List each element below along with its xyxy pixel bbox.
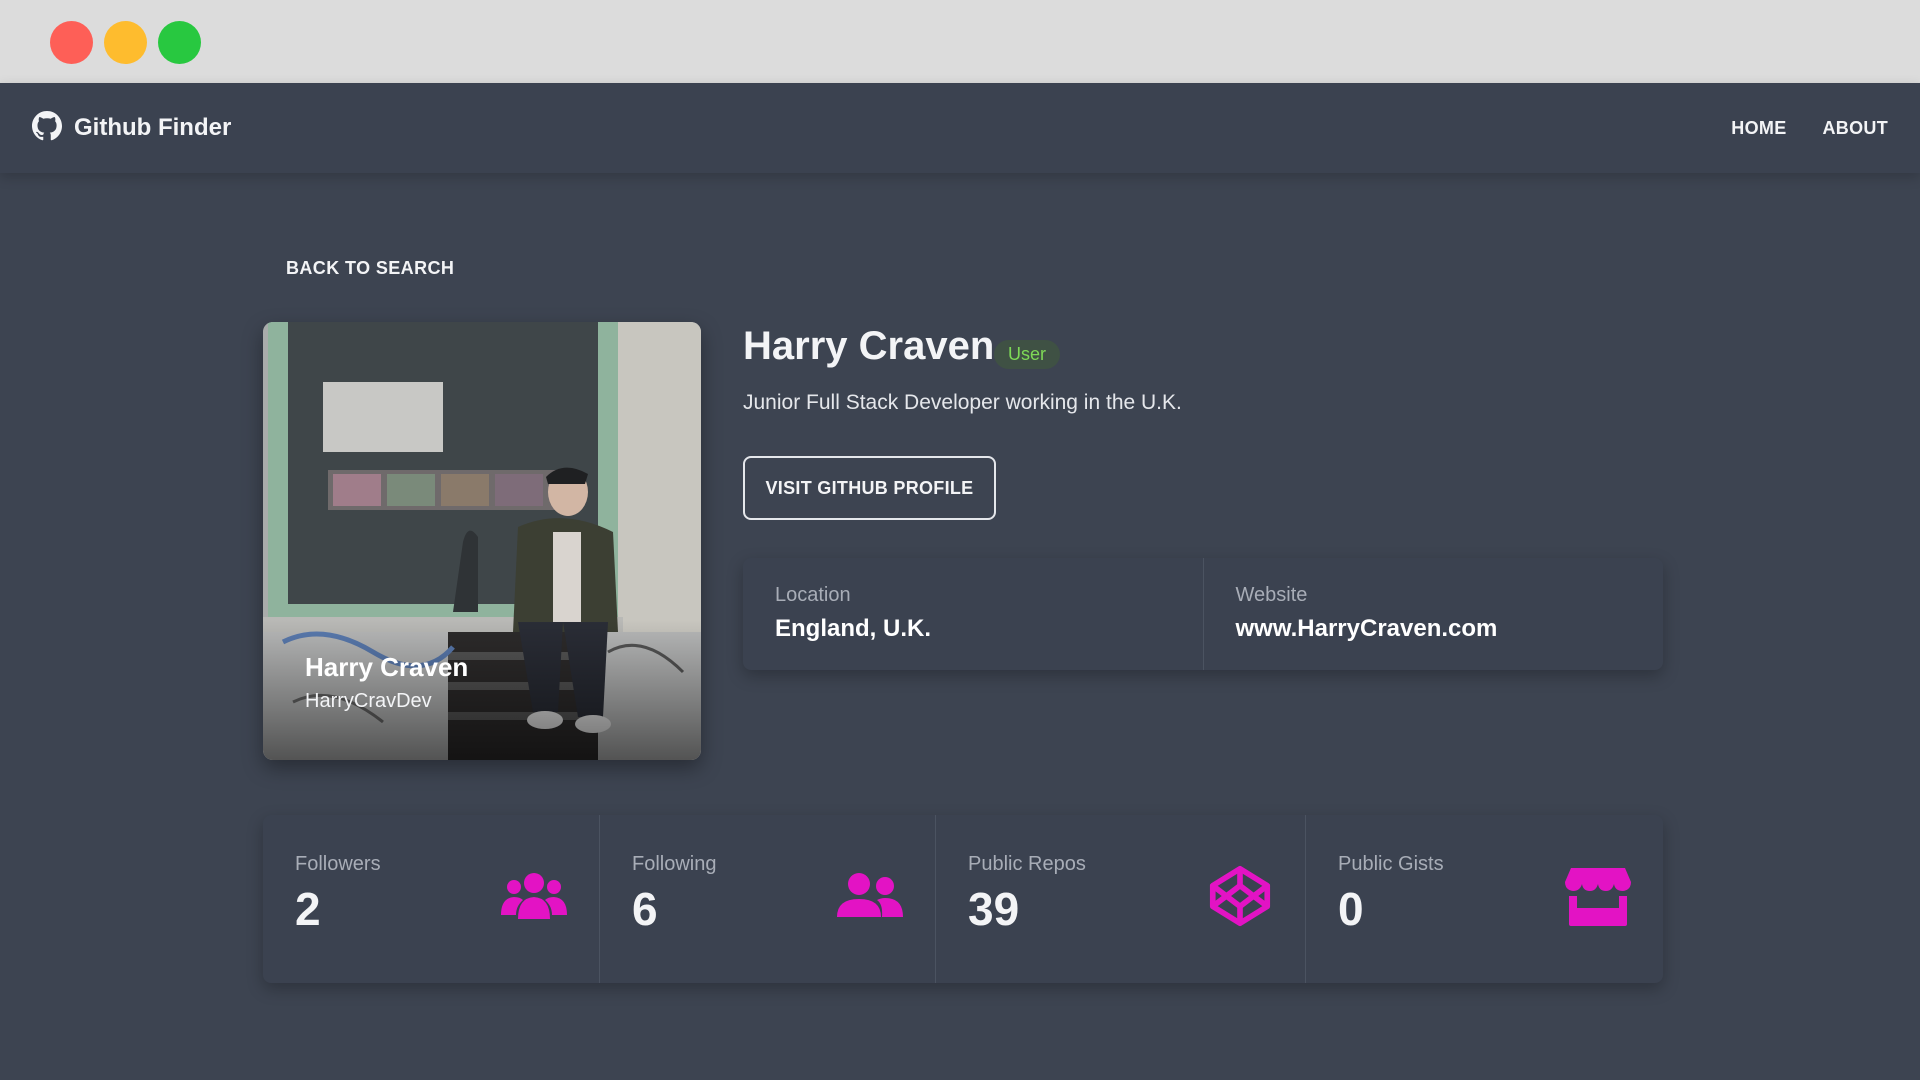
back-to-search-link[interactable]: BACK TO SEARCH [286,258,454,279]
location-item: Location England, U.K. [743,558,1203,670]
profile-name: Harry Craven [743,324,995,368]
store-icon [1565,868,1631,926]
avatar-card: Harry Craven HarryCravDev [263,322,701,760]
nav-links: HOME ABOUT [1731,118,1888,139]
minimize-window-button[interactable] [104,21,147,64]
github-icon [32,110,62,146]
website-link[interactable]: www.HarryCraven.com [1236,615,1632,643]
stat-public-repos: Public Repos 39 [935,815,1305,983]
users-icon [501,873,567,919]
user-friends-icon [837,873,903,917]
maximize-window-button[interactable] [158,21,201,64]
website-label: Website [1235,584,1308,606]
visit-github-profile-button[interactable]: VISIT GITHUB PROFILE [743,456,996,520]
codepen-icon [1209,865,1271,927]
stat-following: Following 6 [599,815,935,983]
close-window-button[interactable] [50,21,93,64]
profile-meta: Location England, U.K. Website www.Harry… [743,558,1663,670]
avatar-login: HarryCravDev [305,690,432,712]
avatar-name: Harry Craven [305,652,469,682]
stats-panel: Followers 2 Following 6 Public Repos 39 … [263,815,1663,983]
brand-name: Github Finder [74,114,232,141]
user-type-badge: User [994,340,1061,369]
nav-home-link[interactable]: HOME [1731,118,1786,139]
location-value: England, U.K. [775,615,931,642]
profile-bio: Junior Full Stack Developer working in t… [743,391,1182,414]
window-titlebar [0,0,1920,83]
stat-public-gists: Public Gists 0 [1305,815,1663,983]
nav-about-link[interactable]: ABOUT [1823,118,1889,139]
website-item: Website www.HarryCraven.com [1202,558,1664,670]
stat-followers: Followers 2 [263,815,599,983]
brand-link[interactable]: Github Finder [32,110,232,146]
navbar: Github Finder HOME ABOUT [0,83,1920,173]
location-label: Location [775,584,851,606]
